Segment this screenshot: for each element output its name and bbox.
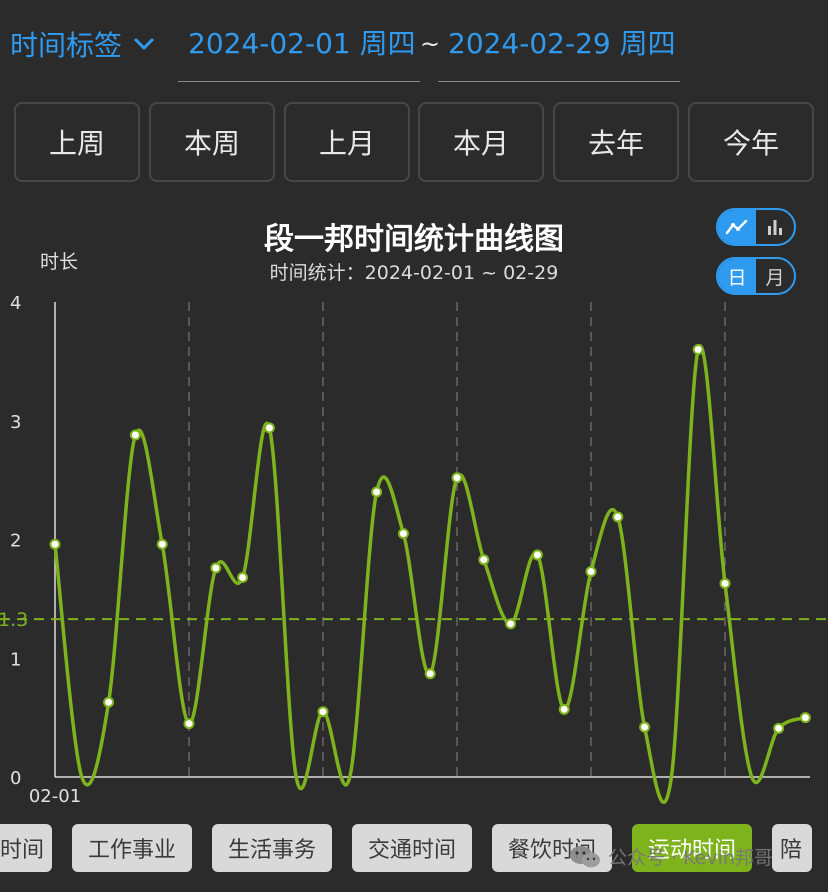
- category-tab-transport[interactable]: 交通时间: [352, 824, 472, 872]
- quick-range-buttons: 上周 本周 上月 本月 去年 今年: [14, 102, 814, 182]
- time-stats-line-chart: 0 1 2 3 4 02-01 1.3: [0, 293, 828, 807]
- data-point[interactable]: [451, 472, 463, 484]
- data-point[interactable]: [558, 703, 570, 715]
- y-tick-label: 2: [10, 531, 21, 552]
- data-point[interactable]: [371, 486, 383, 498]
- time-tag-select[interactable]: 时间标签: [10, 24, 156, 64]
- unit-day-toggle[interactable]: 日: [718, 259, 756, 293]
- data-point[interactable]: [237, 572, 249, 583]
- data-point[interactable]: [210, 562, 222, 574]
- watermark-text: 公众号 · Kevin邦哥: [608, 847, 773, 869]
- data-point[interactable]: [317, 706, 329, 718]
- date-range-header: 时间标签 2024-02-01 周四 ~ 2024-02-29 周四: [0, 0, 828, 90]
- data-point[interactable]: [799, 712, 811, 724]
- average-label: 1.3: [0, 609, 28, 631]
- data-point[interactable]: [531, 549, 543, 561]
- chart-type-toggle: [716, 208, 796, 246]
- range-last-week-button[interactable]: 上周: [14, 102, 140, 182]
- watermark: 公众号 · Kevin邦哥: [568, 843, 773, 870]
- data-point[interactable]: [49, 538, 61, 550]
- data-point[interactable]: [773, 722, 785, 734]
- range-this-year-button[interactable]: 今年: [688, 102, 814, 182]
- wechat-icon: [570, 845, 600, 867]
- category-tab-partial-left[interactable]: 时间: [0, 824, 52, 872]
- range-this-month-button[interactable]: 本月: [418, 102, 544, 182]
- data-point[interactable]: [129, 429, 141, 441]
- category-tab-partial-right[interactable]: 陪: [772, 824, 812, 872]
- data-point[interactable]: [612, 511, 624, 523]
- data-point[interactable]: [692, 344, 704, 355]
- data-point[interactable]: [263, 422, 275, 434]
- data-point[interactable]: [183, 718, 195, 730]
- bar-chart-icon: [768, 220, 782, 235]
- y-tick-label: 4: [10, 293, 21, 314]
- line-chart-toggle[interactable]: [718, 210, 756, 244]
- line-chart-icon: [725, 219, 748, 235]
- end-date-field[interactable]: 2024-02-29 周四: [438, 18, 680, 82]
- data-point[interactable]: [639, 721, 651, 733]
- data-point[interactable]: [505, 618, 517, 630]
- range-this-week-button[interactable]: 本周: [149, 102, 275, 182]
- data-point[interactable]: [397, 528, 409, 540]
- time-tag-label: 时间标签: [10, 29, 123, 62]
- data-point[interactable]: [719, 577, 731, 589]
- chart-subtitle: 时间统计：2024-02-01 ~ 02-29: [269, 262, 559, 284]
- data-point[interactable]: [424, 668, 436, 680]
- category-tab-life[interactable]: 生活事务: [212, 824, 332, 872]
- end-date-value: 2024-02-29 周四: [448, 27, 676, 60]
- data-point[interactable]: [103, 696, 115, 708]
- y-tick-label: 1: [10, 649, 21, 670]
- y-axis-title: 时长: [40, 251, 79, 273]
- chart-title: 段一邦时间统计曲线图: [264, 222, 564, 257]
- category-tab-work[interactable]: 工作事业: [72, 824, 192, 872]
- chevron-down-icon: [134, 38, 154, 50]
- start-date-field[interactable]: 2024-02-01 周四: [178, 18, 420, 82]
- series-line: [53, 344, 808, 804]
- range-last-month-button[interactable]: 上月: [284, 102, 410, 182]
- bar-chart-toggle[interactable]: [756, 210, 794, 244]
- data-point[interactable]: [478, 554, 490, 566]
- y-tick-label: 3: [10, 412, 21, 433]
- unit-month-toggle[interactable]: 月: [756, 259, 794, 293]
- data-point[interactable]: [156, 538, 168, 550]
- data-point[interactable]: [585, 566, 597, 578]
- range-last-year-button[interactable]: 去年: [553, 102, 679, 182]
- start-date-value: 2024-02-01 周四: [188, 27, 416, 60]
- y-tick-label: 0: [10, 768, 21, 789]
- x-tick-label: 02-01: [29, 786, 81, 807]
